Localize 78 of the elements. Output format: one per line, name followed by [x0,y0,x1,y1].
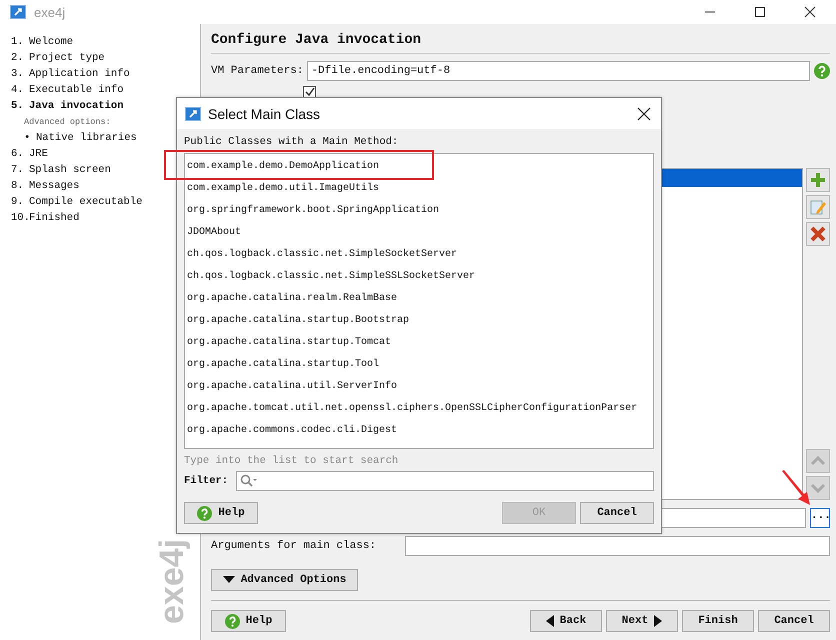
edit-button[interactable] [806,195,830,219]
dialog-title: Select Main Class [208,106,320,122]
step-item[interactable]: Executable info [29,84,124,96]
step-item[interactable]: Messages [29,180,80,192]
step-number: 6. [11,148,25,160]
triangle-right-icon [654,615,662,627]
move-up-button[interactable] [806,449,830,473]
app-icon [185,106,201,120]
step-item[interactable]: Welcome [29,36,74,48]
triangle-left-icon [546,615,554,627]
class-item[interactable]: ch.qos.logback.classic.net.SimpleSSLSocketServer [187,270,476,282]
help-icon [197,506,212,520]
close-icon[interactable] [804,6,816,18]
field-label: Filter: [184,475,228,487]
class-item[interactable]: ch.qos.logback.classic.net.SimpleSocketServer [187,248,458,260]
footer-button[interactable]: Cancel [758,610,830,632]
help-icon [224,614,240,628]
hint-text: Type into the list to start search [184,455,400,467]
step-item[interactable]: Splash screen [29,164,111,176]
step-item[interactable]: Application info [29,68,130,80]
step-item[interactable]: Compile executable [29,196,142,208]
arguments-field[interactable] [405,536,830,556]
step-number: • [24,132,32,144]
step-number: 7. [11,164,25,176]
step-number: 5. [11,100,25,112]
maximize-icon[interactable] [754,6,766,18]
class-item[interactable]: org.apache.catalina.util.ServerInfo [187,380,398,392]
step-item[interactable]: Java invocation [29,100,124,112]
step-number: 9. [11,196,25,208]
class-item[interactable]: org.apache.tomcat.util.net.openssl.ciphers.OpenSSLCipherConfigurationParser [187,402,638,414]
step-number: 1. [11,36,25,48]
class-item[interactable]: org.apache.catalina.startup.Tool [187,358,380,370]
vm-parameters-field[interactable]: -Dfile.encoding=utf-8 [307,61,810,81]
search-icon [240,474,258,488]
browse-button[interactable]: ... [810,508,830,528]
help-button[interactable]: Help [211,610,286,632]
advanced-options-button[interactable]: Advanced Options [211,569,358,591]
step-number: 3. [11,68,25,80]
footer-button[interactable]: Finish [682,610,754,632]
next-button[interactable]: Next [606,610,678,632]
field-label: Arguments for main class: [211,540,378,552]
delete-button[interactable] [806,222,830,246]
section-heading: Advanced options: [24,117,111,127]
step-item[interactable]: Native libraries [36,132,137,144]
notepad-pencil-icon [809,198,827,216]
step-item[interactable]: JRE [29,148,48,160]
move-down-button[interactable] [806,476,830,500]
cross-icon [809,225,827,243]
window-title: exe4j [34,4,66,20]
class-item[interactable]: org.apache.catalina.startup.Bootstrap [187,314,410,326]
class-item[interactable]: com.example.demo.util.ImageUtils [187,182,380,194]
add-button[interactable] [806,168,830,192]
field-label: VM Parameters: [211,65,304,77]
logo-text: exe4j [153,538,190,624]
list-label: Public Classes with a Main Method: [184,136,400,148]
help-icon[interactable] [814,63,830,79]
plus-icon [809,171,827,189]
caret-down-icon [222,576,235,584]
filter-field[interactable] [236,471,654,491]
dialog-button[interactable]: Cancel [580,502,654,524]
class-item[interactable]: org.apache.catalina.realm.RealmBase [187,292,398,304]
class-item[interactable]: org.springframework.boot.SpringApplication [187,204,440,216]
step-item[interactable]: Project type [29,52,105,64]
help-button[interactable]: Help [184,502,258,524]
step-number: 2. [11,52,25,64]
step-item[interactable]: Finished [29,212,80,224]
class-item[interactable]: org.apache.commons.codec.cli.Digest [187,424,398,436]
step-number: 8. [11,180,25,192]
class-item[interactable]: JDOMAbout [187,226,242,238]
checkbox[interactable] [303,86,316,98]
close-icon[interactable] [637,106,651,120]
step-number: 10. [11,212,29,224]
step-number: 4. [11,84,25,96]
page-heading: Configure Java invocation [211,32,830,54]
back-button[interactable]: Back [530,610,602,632]
app-icon [10,5,26,19]
class-item[interactable]: org.apache.catalina.startup.Tomcat [187,336,392,348]
class-item[interactable]: com.example.demo.DemoApplication [187,160,380,172]
